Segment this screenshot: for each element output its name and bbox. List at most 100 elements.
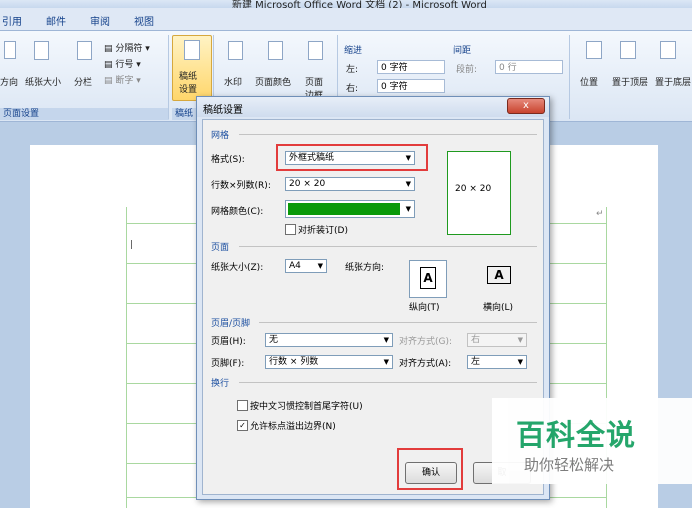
- paragraph-mark: ↵: [596, 209, 604, 219]
- window-title: 新建 Microsoft Office Word 文档 (2) - Micros…: [232, 0, 487, 8]
- punctuation-overflow-checkbox[interactable]: ✓: [237, 420, 248, 431]
- text-cursor: ǀ: [130, 239, 133, 250]
- footer-label: 页脚(F):: [211, 359, 245, 369]
- orientation-button[interactable]: 方向: [0, 75, 18, 88]
- portrait-button[interactable]: A: [409, 260, 447, 298]
- columns-icon[interactable]: [77, 41, 92, 60]
- ribbon-tabs: 引用 邮件 审阅 视图: [0, 8, 692, 31]
- grid-border-left: [126, 207, 127, 508]
- watermark-subtitle: 助你轻松解决: [524, 456, 615, 474]
- punctuation-overflow-label: 允许标点溢出边界(N): [250, 422, 336, 432]
- watermark-button[interactable]: 水印: [224, 75, 242, 88]
- indent-right-label: 右:: [346, 84, 359, 94]
- breaks-button[interactable]: ▤ 分隔符 ▾: [104, 41, 150, 54]
- indent-left-input[interactable]: 0 字符: [377, 60, 445, 74]
- hyphenation-button[interactable]: ▤ 断字 ▾: [104, 73, 141, 86]
- grid-section-title: 网格: [211, 131, 230, 141]
- grid-color-select[interactable]: ▼: [285, 200, 415, 218]
- draft-settings-button[interactable]: 稿纸 设置: [172, 35, 212, 101]
- bring-front-button[interactable]: 置于顶层: [612, 75, 648, 88]
- highlight-box-style: [276, 144, 428, 171]
- paper-orientation-label: 纸张方向:: [345, 263, 385, 273]
- wrap-section-title: 换行: [211, 379, 230, 389]
- dialog-title: 稿纸设置: [203, 105, 243, 116]
- spacing-title: 间距: [453, 46, 472, 56]
- bring-front-icon[interactable]: [620, 41, 636, 59]
- fold-label: 对折装订(D): [298, 226, 348, 236]
- header-select[interactable]: 无 ▼: [265, 333, 393, 347]
- page-setup-group-label: 页面设置: [0, 108, 169, 120]
- send-back-button[interactable]: 置于底层: [655, 75, 691, 88]
- draft-paper-icon: [184, 40, 200, 60]
- style-label: 格式(S):: [211, 155, 245, 165]
- group-separator: [569, 35, 570, 119]
- rowcol-label: 行数×列数(R):: [211, 181, 271, 191]
- footer-align-select[interactable]: 左 ▼: [467, 355, 527, 369]
- paper-size-icon[interactable]: [34, 41, 49, 60]
- spacing-before-label: 段前:: [456, 65, 478, 75]
- grid-color-swatch: [288, 203, 400, 215]
- group-separator: [168, 35, 169, 119]
- fold-checkbox[interactable]: [285, 224, 296, 235]
- columns-button[interactable]: 分栏: [74, 75, 92, 88]
- chevron-down-icon: ▼: [383, 336, 389, 344]
- orientation-icon[interactable]: [4, 41, 16, 59]
- portrait-label: 纵向(T): [409, 303, 440, 313]
- dialog-title-bar[interactable]: 稿纸设置 x: [197, 97, 549, 117]
- tab-view[interactable]: 视图: [134, 13, 154, 28]
- paper-size-button[interactable]: 纸张大小: [25, 75, 61, 88]
- position-button[interactable]: 位置: [580, 75, 598, 88]
- page-borders-button[interactable]: 页面: [305, 75, 323, 88]
- page-borders-icon[interactable]: [308, 41, 323, 60]
- grid-preview: 20 × 20: [447, 151, 511, 235]
- page-section-title: 页面: [211, 243, 230, 253]
- indent-right-input[interactable]: 0 字符: [377, 79, 445, 93]
- wrap-rule-label: 按中文习惯控制首尾字符(U): [250, 402, 363, 412]
- header-label: 页眉(H):: [211, 337, 246, 347]
- landscape-button[interactable]: A: [481, 260, 517, 296]
- portrait-page-icon: A: [420, 267, 436, 289]
- wrap-rule-checkbox[interactable]: [237, 400, 248, 411]
- header-footer-section-title: 页眉/页脚: [211, 319, 251, 329]
- chevron-down-icon: ▼: [405, 205, 411, 213]
- section-divider: [239, 134, 537, 135]
- indent-left-label: 左:: [346, 65, 359, 75]
- indent-title: 缩进: [344, 46, 363, 56]
- draft-button-label-1: 稿纸: [179, 72, 198, 82]
- preview-label: 20 × 20: [455, 184, 492, 194]
- chevron-down-icon: ▼: [405, 180, 411, 188]
- tab-review[interactable]: 审阅: [90, 13, 110, 28]
- close-button[interactable]: x: [507, 98, 545, 114]
- paper-size-label: 纸张大小(Z):: [211, 263, 264, 273]
- tab-references[interactable]: 引用: [2, 13, 22, 28]
- chevron-down-icon: ▼: [317, 262, 323, 270]
- header-align-label: 对齐方式(G):: [399, 337, 453, 347]
- spacing-before-input[interactable]: 0 行: [495, 60, 563, 74]
- highlight-box-ok: [397, 448, 463, 490]
- section-divider: [239, 382, 537, 383]
- tab-mailings[interactable]: 邮件: [46, 13, 66, 28]
- footer-align-label: 对齐方式(A):: [399, 359, 452, 369]
- section-divider: [239, 246, 537, 247]
- watermark-overlay: 百科全说 助你轻松解决: [492, 398, 692, 484]
- page-color-button[interactable]: 页面颜色: [255, 75, 291, 88]
- rowcol-select[interactable]: 20 × 20 ▼: [285, 177, 415, 191]
- landscape-page-icon: A: [487, 266, 511, 284]
- title-bar: 新建 Microsoft Office Word 文档 (2) - Micros…: [0, 0, 692, 8]
- paper-size-select[interactable]: A4 ▼: [285, 259, 327, 273]
- draft-button-label-2: 设置: [179, 85, 198, 95]
- landscape-label: 横向(L): [483, 303, 514, 313]
- section-divider: [259, 322, 537, 323]
- watermark-title: 百科全说: [516, 418, 637, 452]
- footer-select[interactable]: 行数 × 列数 ▼: [265, 355, 393, 369]
- position-icon[interactable]: [586, 41, 602, 59]
- page-color-icon[interactable]: [268, 41, 283, 60]
- chevron-down-icon: ▼: [383, 358, 389, 366]
- send-back-icon[interactable]: [660, 41, 676, 59]
- grid-color-label: 网格颜色(C):: [211, 207, 264, 217]
- watermark-icon[interactable]: [228, 41, 243, 60]
- line-numbers-button[interactable]: ▤ 行号 ▾: [104, 57, 141, 70]
- header-align-select[interactable]: 右 ▼: [467, 333, 527, 347]
- chevron-down-icon: ▼: [517, 358, 523, 366]
- chevron-down-icon: ▼: [517, 336, 523, 344]
